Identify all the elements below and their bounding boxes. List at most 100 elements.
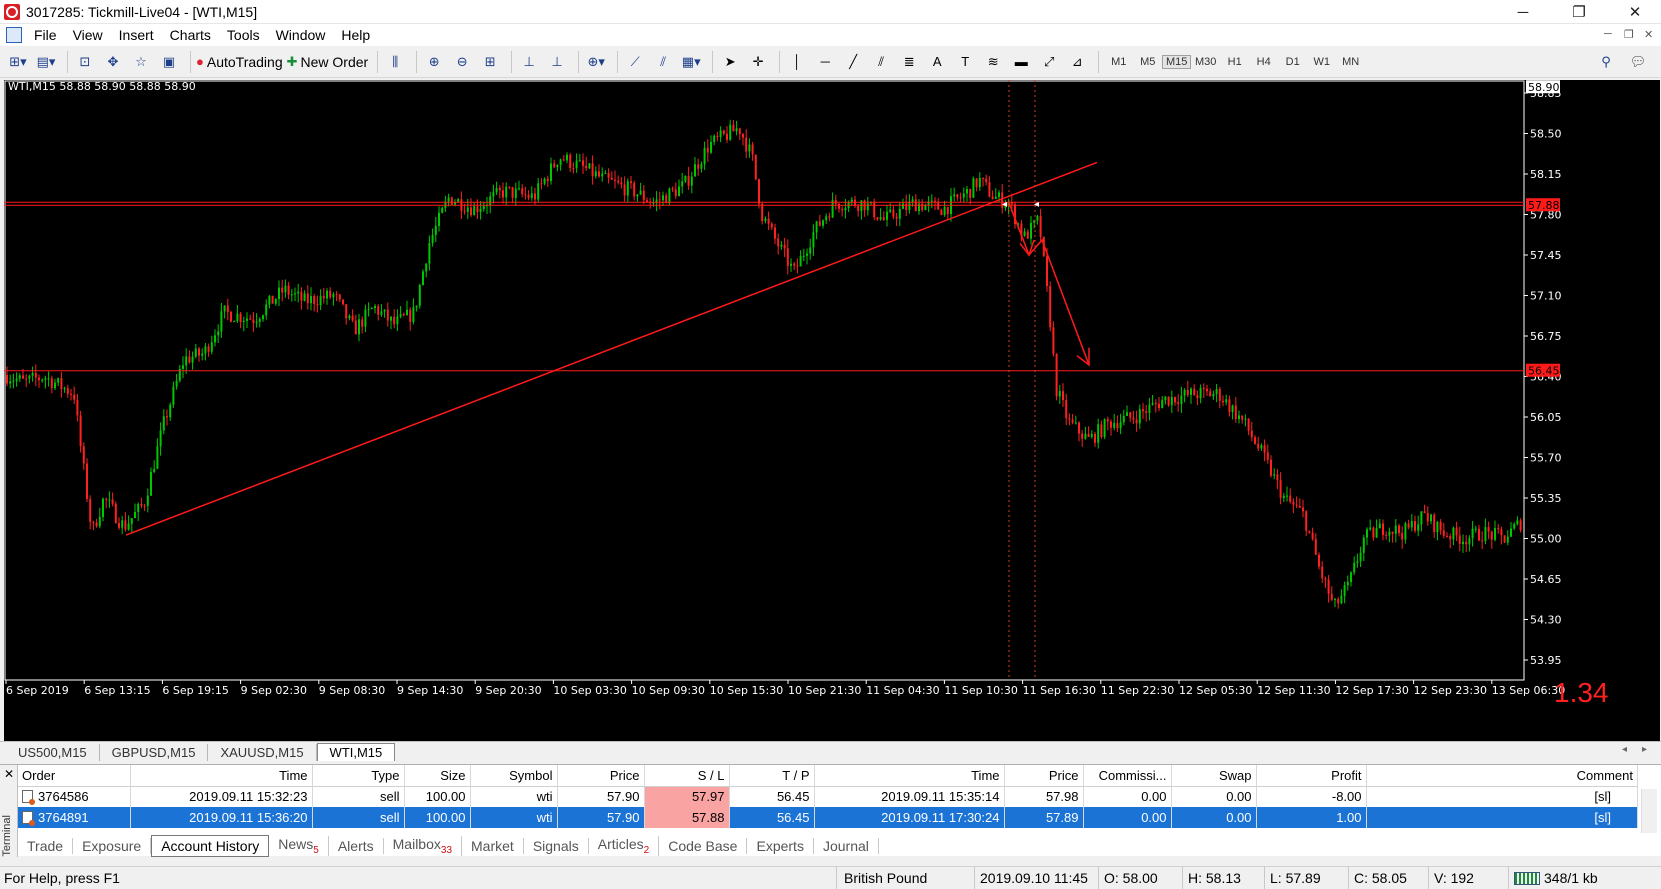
candle-body xyxy=(28,375,31,379)
trendline-icon[interactable]: ╱ xyxy=(841,50,865,74)
col-profit[interactable]: Profit xyxy=(1256,765,1367,787)
col-tp[interactable]: T / P xyxy=(729,765,815,787)
template-menu-icon[interactable]: ▦▾ xyxy=(679,50,703,74)
price-chart[interactable]: 58.85 58.50 58.15 57.80 57.45 57.10 56.75 56.40… xyxy=(4,80,1660,741)
tab-alerts[interactable]: Alerts xyxy=(329,838,384,854)
terminal-icon[interactable]: ▣ xyxy=(157,50,181,74)
zoom-in-icon[interactable]: ⊕ xyxy=(422,50,446,74)
rectangle-icon[interactable]: ▬ xyxy=(1009,50,1033,74)
crosshair-icon[interactable]: ✛ xyxy=(746,50,770,74)
fibo-fan-icon[interactable]: ≋ xyxy=(981,50,1005,74)
menu-file[interactable]: File xyxy=(28,27,67,43)
tab-market[interactable]: Market xyxy=(462,838,524,854)
navigator-icon[interactable]: ✥ xyxy=(101,50,125,74)
mdi-minimize-button[interactable]: ─ xyxy=(1604,28,1612,40)
autotrading-button[interactable]: ● AutoTrading xyxy=(196,50,283,74)
vertical-line-icon[interactable]: │ xyxy=(785,50,809,74)
col-type[interactable]: Type xyxy=(312,765,405,787)
chart-tab-xauusd[interactable]: XAUUSD,M15 xyxy=(208,744,317,761)
chart-tab-us500[interactable]: US500,M15 xyxy=(6,744,100,761)
tab-articles[interactable]: Articles2 xyxy=(589,836,660,856)
tab-news[interactable]: News5 xyxy=(269,836,329,856)
cursor-icon[interactable]: ➤ xyxy=(718,50,742,74)
chart-shift-icon[interactable]: ⊥ xyxy=(517,50,541,74)
price-chart-canvas[interactable]: 58.8558.5058.1557.8057.4557.1056.7556.40… xyxy=(4,80,1660,741)
profiles-icon[interactable]: ▤▾ xyxy=(34,50,58,74)
swap: 0.00 xyxy=(1171,786,1257,807)
menu-insert[interactable]: Insert xyxy=(113,27,164,43)
col-open-price[interactable]: Price xyxy=(557,765,645,787)
timeframe-m30[interactable]: M30 xyxy=(1191,56,1220,68)
tab-mailbox[interactable]: Mailbox33 xyxy=(384,836,463,856)
templates-icon[interactable]: ⫽ xyxy=(651,50,675,74)
market-watch-icon[interactable]: ⊡ xyxy=(73,50,97,74)
document-icon[interactable] xyxy=(6,27,22,43)
menu-charts[interactable]: Charts xyxy=(164,27,221,43)
arrows-icon[interactable]: ⤢ xyxy=(1037,50,1061,74)
candle-body xyxy=(1407,523,1410,528)
tile-windows-icon[interactable]: ⊞ xyxy=(478,50,502,74)
favorites-icon[interactable]: ☆ xyxy=(129,50,153,74)
col-swap[interactable]: Swap xyxy=(1171,765,1257,787)
timeframe-h1[interactable]: H1 xyxy=(1220,56,1249,68)
bar-close: C: 58.05 xyxy=(1354,870,1407,886)
col-comment[interactable]: Comment xyxy=(1366,765,1638,787)
period-icon[interactable]: ⟋ xyxy=(623,50,647,74)
connection-status[interactable]: 348/1 kb xyxy=(1514,870,1598,886)
candlesticks-icon[interactable]: ⫼ xyxy=(383,50,407,74)
chart-tab-gbpusd[interactable]: GBPUSD,M15 xyxy=(100,744,209,761)
mdi-restore-button[interactable]: ❐ xyxy=(1624,28,1634,41)
col-close-time[interactable]: Time xyxy=(814,765,1005,787)
col-order[interactable]: Order xyxy=(18,765,131,787)
zoom-out-icon[interactable]: ⊖ xyxy=(450,50,474,74)
tab-trade[interactable]: Trade xyxy=(18,838,74,854)
text-label-icon[interactable]: T xyxy=(953,50,977,74)
autoscroll-icon[interactable]: ⊥ xyxy=(545,50,569,74)
tab-signals[interactable]: Signals xyxy=(524,838,589,854)
table-row[interactable]: 3764586 2019.09.11 15:32:23 sell 100.00 … xyxy=(18,786,1638,807)
tab-experts[interactable]: Experts xyxy=(747,838,814,854)
tab-scroll-left-icon[interactable]: ◂ xyxy=(1622,744,1627,755)
mdi-close-button[interactable]: ✕ xyxy=(1644,28,1653,41)
fibonacci-icon[interactable]: ≣ xyxy=(897,50,921,74)
terminal-scrollbar[interactable] xyxy=(1641,789,1657,833)
tab-journal[interactable]: Journal xyxy=(814,838,879,854)
close-button[interactable]: ✕ xyxy=(1612,0,1658,24)
search-icon[interactable]: ⚲ xyxy=(1594,50,1618,74)
col-sl[interactable]: S / L xyxy=(644,765,730,787)
timeframe-d1[interactable]: D1 xyxy=(1278,56,1307,68)
chat-icon[interactable]: 💬︎ xyxy=(1626,50,1650,74)
text-icon[interactable]: A xyxy=(925,50,949,74)
new-order-button[interactable]: ✚ New Order xyxy=(287,50,369,74)
indicators-icon[interactable]: ⊕▾ xyxy=(584,50,608,74)
new-chart-icon[interactable]: ⊞▾ xyxy=(6,50,30,74)
tab-exposure[interactable]: Exposure xyxy=(73,838,152,854)
col-open-time[interactable]: Time xyxy=(130,765,313,787)
timeframe-h4[interactable]: H4 xyxy=(1249,56,1278,68)
menu-view[interactable]: View xyxy=(67,27,113,43)
tab-code-base[interactable]: Code Base xyxy=(659,838,748,854)
timeframe-m5[interactable]: M5 xyxy=(1133,56,1162,68)
chart-tab-wti[interactable]: WTI,M15 xyxy=(316,743,396,761)
timeframe-m15[interactable]: M15 xyxy=(1162,54,1192,69)
tab-scroll-right-icon[interactable]: ▸ xyxy=(1642,744,1647,755)
gann-icon[interactable]: ⊿ xyxy=(1065,50,1089,74)
tab-account-history[interactable]: Account History xyxy=(151,835,270,857)
timeframe-mn[interactable]: MN xyxy=(1336,56,1365,68)
horizontal-line-icon[interactable]: ─ xyxy=(813,50,837,74)
col-symbol[interactable]: Symbol xyxy=(470,765,558,787)
minimize-button[interactable]: ─ xyxy=(1500,0,1546,24)
maximize-button[interactable]: ❐ xyxy=(1556,0,1602,24)
menu-tools[interactable]: Tools xyxy=(221,27,270,43)
menu-window[interactable]: Window xyxy=(270,27,336,43)
candle-body xyxy=(1462,541,1464,545)
terminal-close-icon[interactable]: ✕ xyxy=(4,767,14,781)
table-row-selected[interactable]: 3764891 2019.09.11 15:36:20 sell 100.00 … xyxy=(18,807,1638,828)
timeframe-m1[interactable]: M1 xyxy=(1104,56,1133,68)
col-close-price[interactable]: Price xyxy=(1004,765,1084,787)
equidistant-channel-icon[interactable]: ⫽ xyxy=(869,50,893,74)
timeframe-w1[interactable]: W1 xyxy=(1307,56,1336,68)
menu-help[interactable]: Help xyxy=(335,27,380,43)
col-commission[interactable]: Commissi... xyxy=(1083,765,1172,787)
col-size[interactable]: Size xyxy=(404,765,471,787)
